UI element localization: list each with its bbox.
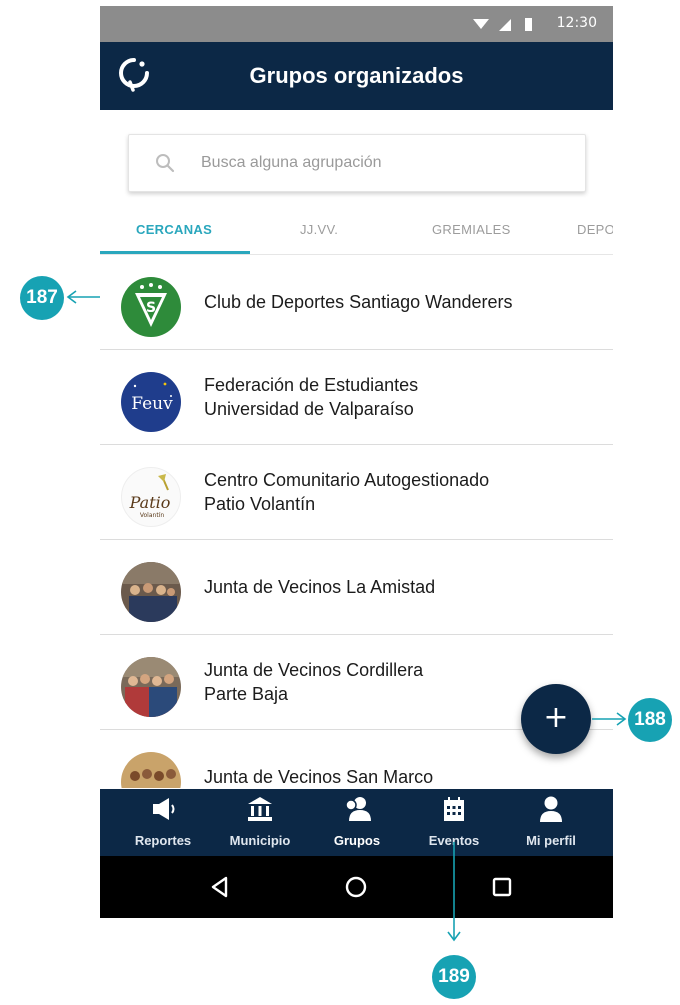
add-group-button[interactable]: + xyxy=(521,684,591,754)
group-name: Junta de Vecinos La Amistad xyxy=(204,577,436,597)
nav-item-eventos[interactable]: Eventos xyxy=(404,789,504,856)
group-name: Junta de Vecinos San Marco xyxy=(204,767,434,787)
search-input[interactable]: Busca alguna agrupación xyxy=(201,135,382,191)
calendar-icon xyxy=(444,797,464,821)
callout-188: 188 xyxy=(628,698,672,742)
group-name: Junta de Vecinos Cordillera xyxy=(204,660,424,680)
patio-logo-subtext: Volantín xyxy=(140,512,164,519)
group-name: Centro Comunitario Autogestionado xyxy=(204,470,490,490)
list-item[interactable]: Patio Volantín Centro Comunitario Autoge… xyxy=(100,444,613,540)
tab-jjvv[interactable]: JJ.VV. xyxy=(300,206,338,254)
wanderers-logo-icon: S xyxy=(121,277,181,337)
callout-189: 189 xyxy=(432,955,476,999)
group-photo-icon xyxy=(121,562,181,622)
list-item[interactable]: Feuv Federación de Estudiantes Universid… xyxy=(100,349,613,445)
feuv-logo-text: Feuv xyxy=(131,394,173,414)
group-name-line2: Universidad de Valparaíso xyxy=(204,399,414,419)
nav-item-mi-perfil[interactable]: Mi perfil xyxy=(501,789,601,856)
phone-screen: 12:30 Grupos organizados Busca alguna ag… xyxy=(100,6,613,918)
system-nav-bar xyxy=(100,856,613,918)
tab-cercanas[interactable]: CERCANAS xyxy=(136,206,212,254)
group-name-line2: Patio Volantín xyxy=(204,494,316,514)
group-photo-icon xyxy=(121,657,181,717)
page-title: Grupos organizados xyxy=(249,63,464,88)
list-item[interactable]: S Club de Deportes Santiago Wanderers xyxy=(100,254,613,350)
svg-text:S: S xyxy=(146,300,156,316)
patio-logo-text: Patio xyxy=(129,493,171,512)
home-icon[interactable] xyxy=(341,872,371,902)
nav-label: Eventos xyxy=(428,833,480,848)
group-name: Club de Deportes Santiago Wanderers xyxy=(204,292,513,312)
patio-logo-icon: Patio Volantín xyxy=(121,467,181,527)
status-bar: 12:30 xyxy=(100,6,613,42)
search-icon xyxy=(156,154,175,173)
status-time: 12:30 xyxy=(556,15,597,31)
nav-item-reportes[interactable]: Reportes xyxy=(113,789,213,856)
signal-icon xyxy=(499,19,511,31)
nav-item-municipio[interactable]: Municipio xyxy=(210,789,310,856)
megaphone-icon xyxy=(153,798,175,820)
back-icon[interactable] xyxy=(205,872,235,902)
nav-label: Mi perfil xyxy=(526,833,576,848)
tab-gremiales[interactable]: GREMIALES xyxy=(432,206,511,254)
tab-deportes[interactable]: DEPO xyxy=(577,206,613,254)
nav-label: Reportes xyxy=(134,833,192,848)
nav-item-grupos[interactable]: Grupos xyxy=(307,789,407,856)
search-box[interactable]: Busca alguna agrupación xyxy=(128,134,586,192)
group-icon xyxy=(345,797,371,821)
nav-label: Grupos xyxy=(333,833,381,848)
group-name-line2: Parte Baja xyxy=(204,684,289,704)
person-icon xyxy=(540,796,562,822)
building-icon xyxy=(248,797,272,821)
battery-icon xyxy=(525,18,532,31)
list-item[interactable]: Junta de Vecinos La Amistad xyxy=(100,539,613,635)
bottom-nav: Reportes Municipio Grupos Eventos Mi per… xyxy=(100,789,613,856)
group-name: Federación de Estudiantes xyxy=(204,375,419,395)
app-bar: Grupos organizados xyxy=(100,42,613,110)
status-icons xyxy=(473,18,532,31)
callout-187: 187 xyxy=(20,276,64,320)
tab-bar: CERCANAS JJ.VV. GREMIALES DEPO xyxy=(100,206,613,255)
nav-label: Municipio xyxy=(229,833,291,848)
group-photo-icon xyxy=(121,752,181,788)
recents-icon[interactable] xyxy=(487,872,517,902)
wifi-icon xyxy=(473,19,489,29)
feuv-logo-icon: Feuv xyxy=(121,372,181,432)
